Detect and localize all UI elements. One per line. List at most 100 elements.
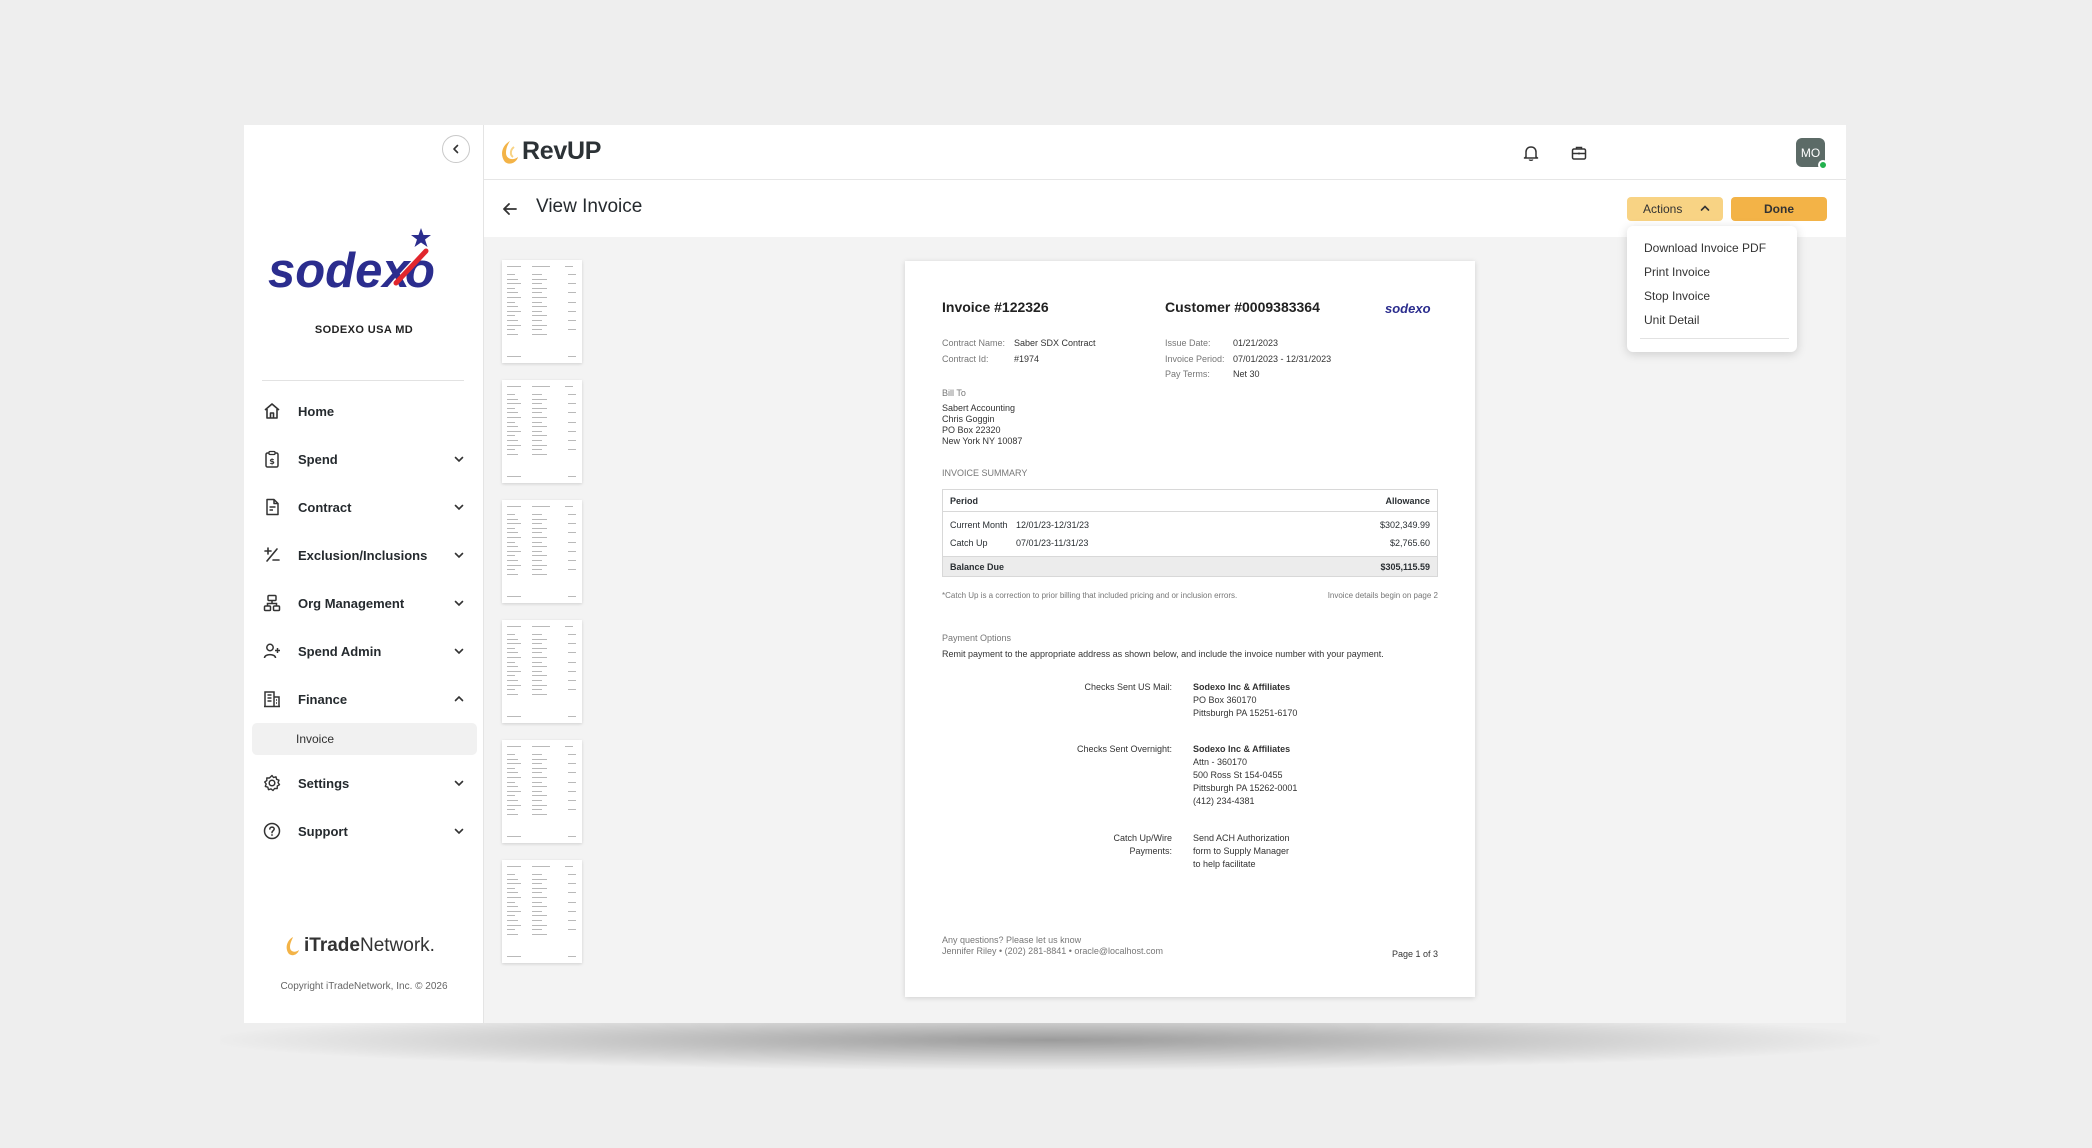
page-thumbnail[interactable] [502, 620, 582, 723]
thumbnail-line [568, 476, 576, 477]
svg-text:sodex: sodex [268, 244, 411, 298]
thumbnail-line [532, 287, 547, 289]
thumbnail-line [507, 693, 518, 695]
sidebar-item-support[interactable]: Support [244, 807, 484, 855]
thumbnail-line [507, 569, 515, 571]
thumbnail-line [568, 292, 576, 294]
menu-item-print-invoice[interactable]: Print Invoice [1627, 260, 1797, 284]
sidebar-item-settings[interactable]: Settings [244, 759, 484, 807]
menu-item-unit-detail[interactable]: Unit Detail [1627, 308, 1797, 332]
thumbnail-line [532, 417, 547, 418]
sidebar-subitem-invoice[interactable]: Invoice [252, 723, 477, 755]
thumbnail-line [507, 920, 518, 921]
issue-date: 01/21/2023 [1233, 338, 1279, 348]
thumbnail-line [568, 836, 576, 837]
thumbnail-line [568, 514, 576, 515]
sidebar-item-label: Org Management [298, 595, 405, 611]
thumbnail-line [507, 310, 521, 312]
app-name: RevUP [522, 137, 602, 165]
collapse-sidebar-button[interactable] [442, 135, 470, 163]
thumbnail-line [507, 403, 521, 405]
thumbnail-line [507, 758, 518, 760]
itrade-network-logo: iTradeNetwork. [284, 935, 435, 957]
thumbnail-line [532, 329, 542, 331]
thumbnail-line [532, 626, 550, 627]
top-bar: RevUP MO [484, 125, 1846, 180]
thumbnail-line [507, 786, 518, 788]
invoice-summary-label: INVOICE SUMMARY [942, 468, 1028, 478]
thumbnail-line [507, 901, 515, 903]
sidebar-item-org-management[interactable]: Org Management [244, 579, 484, 627]
thumbnail-line [507, 790, 521, 792]
thumbnail-line [565, 506, 573, 507]
sidebar-item-exclusions[interactable]: Exclusion/Inclusions [244, 531, 484, 579]
sidebar-item-label: Spend [298, 451, 338, 467]
actions-button[interactable]: Actions [1627, 197, 1723, 221]
page-thumbnail[interactable] [502, 740, 582, 843]
thumbnail-line [507, 892, 518, 894]
thumbnail-line [532, 403, 542, 405]
toolbox-button[interactable] [1567, 141, 1591, 165]
thumbnail-line [507, 320, 518, 321]
thumbnail-line [568, 523, 576, 525]
thumbnail-line [565, 866, 573, 867]
page-thumbnail[interactable] [502, 500, 582, 603]
summary-header-row: Period Allowance [943, 490, 1437, 512]
sidebar-item-finance[interactable]: Finance [244, 675, 484, 723]
thumbnail-line [507, 874, 515, 875]
sidebar-item-spend-admin[interactable]: Spend Admin [244, 627, 484, 675]
overnight-line: 500 Ross St 154-0455 [1193, 770, 1283, 780]
menu-item-stop-invoice[interactable]: Stop Invoice [1627, 284, 1797, 308]
thumbnail-line [568, 892, 576, 894]
wire-line: to help facilitate [1193, 859, 1256, 869]
mail-line: Sodexo Inc & Affiliates [1193, 682, 1291, 692]
invoice-period-label: Invoice Period: [1165, 354, 1225, 364]
thumbnail-line [507, 386, 521, 387]
thumbnail-line [507, 634, 515, 635]
thumbnail-line [568, 403, 576, 405]
thumbnail-line [532, 680, 542, 681]
page-thumbnail[interactable] [502, 380, 582, 483]
sidebar-item-home[interactable]: Home [244, 387, 484, 435]
thumbnail-line [568, 790, 576, 792]
balance-due-row: Balance Due $305,115.59 [943, 556, 1437, 576]
payment-instruction: Remit payment to the appropriate address… [942, 649, 1384, 659]
page-thumbnail[interactable] [502, 260, 582, 363]
bill-to-line: PO Box 22320 [942, 425, 1001, 435]
bill-to-line: New York NY 10087 [942, 436, 1023, 446]
thumbnail-line [532, 546, 547, 548]
notifications-button[interactable] [1519, 141, 1543, 165]
back-button[interactable] [498, 197, 522, 221]
summary-col-period: Period [950, 496, 979, 506]
summary-row-amount: $2,765.60 [1389, 538, 1430, 548]
invoice-viewer: Invoice #122326 Customer #0009383364 sod… [484, 237, 1846, 1023]
thumbnail-line [507, 541, 515, 543]
sidebar-item-spend[interactable]: $ Spend [244, 435, 484, 483]
thumbnail-line [568, 301, 576, 303]
app-brand[interactable]: RevUP [498, 137, 601, 166]
thumbnail-line [507, 638, 518, 640]
thumbnail-line [532, 767, 547, 769]
menu-item-download-pdf[interactable]: Download Invoice PDF [1627, 236, 1797, 260]
thumbnail-line [532, 920, 542, 921]
sidebar-divider [262, 380, 464, 381]
sidebar-item-label: Home [298, 403, 335, 419]
thumbnail-line [568, 781, 576, 783]
thumbnail-line [532, 772, 542, 774]
mail-label: Checks Sent US Mail: [1084, 682, 1172, 692]
sidebar-nav: Home $ Spend Contract Exclusion/Inclusio… [244, 387, 484, 855]
sidebar-item-contract[interactable]: Contract [244, 483, 484, 531]
table-row: Catch Up 07/01/23-11/31/23 $2,765.60 [943, 534, 1437, 552]
chevron-left-icon [453, 144, 459, 154]
user-avatar[interactable]: MO [1796, 138, 1828, 170]
done-button[interactable]: Done [1731, 197, 1827, 221]
thumbnail-line [507, 800, 518, 801]
thumbnail-line [507, 866, 521, 867]
thumbnail-line [532, 883, 542, 885]
thumbnail-line [532, 661, 542, 663]
summary-col-allowance: Allowance [1385, 496, 1430, 506]
thumbnail-line [507, 878, 518, 880]
thumbnail-line [532, 278, 547, 280]
thumbnail-line [507, 315, 515, 317]
page-thumbnail[interactable] [502, 860, 582, 963]
